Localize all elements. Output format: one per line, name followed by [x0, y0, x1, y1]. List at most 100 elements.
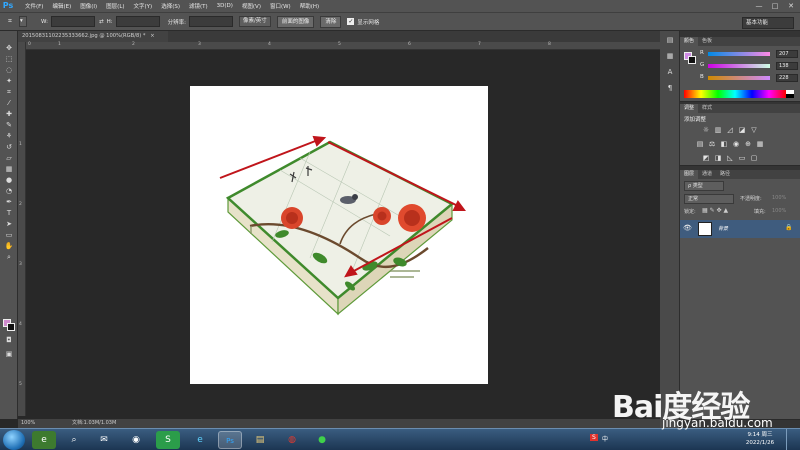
magic-wand-tool-icon[interactable]: ✦ [0, 76, 18, 87]
ie-icon[interactable]: e [188, 431, 212, 449]
layer-row[interactable]: 👁 背景 🔒 [680, 220, 800, 238]
workspace-select[interactable]: 基本功能 [742, 17, 794, 29]
exposure-icon[interactable]: ◪ [738, 126, 746, 134]
ime-icon[interactable]: S [590, 434, 598, 441]
curves-icon[interactable]: ◿ [726, 126, 734, 134]
menu-view[interactable]: 视图(V) [242, 2, 261, 10]
character-panel-icon[interactable]: A [660, 66, 680, 79]
brush-tool-icon[interactable]: ✎ [0, 120, 18, 131]
color-lookup-icon[interactable]: ▦ [756, 140, 764, 148]
file-explorer-icon[interactable]: ▤ [248, 431, 272, 449]
antivirus-icon[interactable]: ◍ [280, 431, 304, 449]
photo-filter-icon[interactable]: ◉ [732, 140, 740, 148]
wechat-icon[interactable]: ● [310, 431, 334, 449]
zoom-tool-icon[interactable]: ⌕ [0, 252, 18, 263]
close-window-button[interactable]: ✕ [785, 1, 797, 11]
vibrance-icon[interactable]: ▽ [750, 126, 758, 134]
tab-adjustments[interactable]: 调整 [680, 104, 699, 113]
type-tool-icon[interactable]: T [0, 208, 18, 219]
menu-filter[interactable]: 滤镜(T) [189, 2, 208, 10]
move-tool-icon[interactable]: ✥ [0, 43, 18, 54]
menu-3d[interactable]: 3D(D) [217, 3, 233, 9]
posterize-icon[interactable]: ◨ [714, 154, 722, 162]
healing-brush-tool-icon[interactable]: ✚ [0, 109, 18, 120]
screen-mode-icon[interactable]: ▣ [0, 349, 18, 360]
resolution-unit-select[interactable]: 像素/英寸 [238, 16, 271, 27]
path-selection-tool-icon[interactable]: ➤ [0, 219, 18, 230]
color-spectrum[interactable] [684, 90, 786, 98]
levels-icon[interactable]: ▥ [714, 126, 722, 134]
gradient-map-icon[interactable]: ▭ [738, 154, 746, 162]
s-app-icon[interactable]: S [156, 431, 180, 449]
layer-kind-filter[interactable]: ρ 类型 [684, 181, 724, 191]
eraser-tool-icon[interactable]: ▱ [0, 153, 18, 164]
menu-type[interactable]: 文字(Y) [134, 2, 153, 10]
tool-preset-dropdown[interactable]: ▾ [19, 16, 27, 27]
blend-mode-select[interactable]: 正常 [684, 194, 734, 204]
menu-window[interactable]: 窗口(W) [270, 2, 291, 10]
front-image-button[interactable]: 前面的图像 [276, 15, 315, 28]
canvas-area[interactable] [27, 51, 660, 417]
gradient-tool-icon[interactable]: ▦ [0, 164, 18, 175]
opacity-value[interactable]: 100% [772, 195, 786, 201]
blue-value[interactable]: 228 [776, 74, 798, 82]
black-white-swatch[interactable] [786, 90, 794, 98]
tab-styles[interactable]: 样式 [698, 104, 716, 113]
red-slider[interactable] [708, 52, 770, 56]
swap-icon[interactable]: ⇄ [99, 19, 104, 25]
browser-360-icon[interactable]: e [32, 431, 56, 449]
black-white-icon[interactable]: ◧ [720, 140, 728, 148]
menu-layer[interactable]: 图层(L) [106, 2, 124, 10]
start-button[interactable] [3, 430, 25, 450]
history-brush-tool-icon[interactable]: ↺ [0, 142, 18, 153]
layer-name[interactable]: 背景 [718, 225, 728, 232]
menu-help[interactable]: 帮助(H) [300, 2, 319, 10]
background-color-swatch[interactable] [7, 323, 15, 331]
tab-paths[interactable]: 路径 [716, 170, 734, 179]
chrome-icon[interactable]: ◉ [124, 431, 148, 449]
selective-color-icon[interactable]: ▢ [750, 154, 758, 162]
menu-file[interactable]: 文件(F) [25, 2, 43, 10]
width-input[interactable] [50, 16, 95, 27]
blue-slider[interactable] [708, 76, 770, 80]
crop-tool-icon[interactable]: ⌗ [0, 87, 18, 98]
clear-button[interactable]: 清除 [320, 15, 342, 28]
maximize-button[interactable]: □ [769, 1, 781, 11]
eye-icon[interactable]: 👁 [683, 224, 692, 232]
tab-channels[interactable]: 通道 [698, 170, 716, 179]
menu-select[interactable]: 选择(S) [161, 2, 180, 10]
properties-panel-icon[interactable]: ▦ [660, 50, 680, 63]
tab-layers[interactable]: 图层 [680, 170, 699, 179]
tab-swatches[interactable]: 色板 [698, 37, 716, 46]
green-value[interactable]: 138 [776, 62, 798, 70]
menu-image[interactable]: 图像(I) [80, 2, 97, 10]
history-panel-icon[interactable]: ▤ [660, 34, 680, 47]
photoshop-taskbar-icon[interactable]: Ps [218, 431, 242, 449]
eyedropper-tool-icon[interactable]: ⁄ [0, 98, 18, 109]
document-tab[interactable]: 20150831102235333662.jpg @ 100%(RGB/8) *… [18, 31, 168, 42]
blur-tool-icon[interactable]: ● [0, 175, 18, 186]
tab-color[interactable]: 颜色 [680, 37, 699, 46]
red-value[interactable]: 207 [776, 50, 798, 58]
resolution-input[interactable] [188, 16, 233, 27]
height-input[interactable] [115, 16, 160, 27]
show-grid-checkbox[interactable]: ✓ [347, 18, 355, 25]
lock-icons[interactable]: ▦ ✎ ✥ ▲ [702, 207, 728, 214]
email-icon[interactable]: ✉ [92, 431, 116, 449]
hand-tool-icon[interactable]: ✋ [0, 241, 18, 252]
invert-icon[interactable]: ◩ [702, 154, 710, 162]
marquee-tool-icon[interactable]: ⬚ [0, 54, 18, 65]
brightness-icon[interactable]: ☼ [702, 126, 710, 134]
lasso-tool-icon[interactable]: ◌ [0, 65, 18, 76]
hue-saturation-icon[interactable]: ▤ [696, 140, 704, 148]
fill-value[interactable]: 100% [772, 208, 786, 214]
quick-mask-icon[interactable]: ◘ [0, 335, 18, 346]
channel-mixer-icon[interactable]: ⊕ [744, 140, 752, 148]
minimize-button[interactable]: — [753, 1, 765, 11]
document-canvas[interactable] [190, 86, 488, 384]
ime-language[interactable]: 中 [602, 434, 608, 443]
paragraph-panel-icon[interactable]: ¶ [660, 82, 680, 95]
dodge-tool-icon[interactable]: ◔ [0, 186, 18, 197]
menu-edit[interactable]: 编辑(E) [52, 2, 71, 10]
zoom-level[interactable]: 100% [18, 419, 42, 428]
